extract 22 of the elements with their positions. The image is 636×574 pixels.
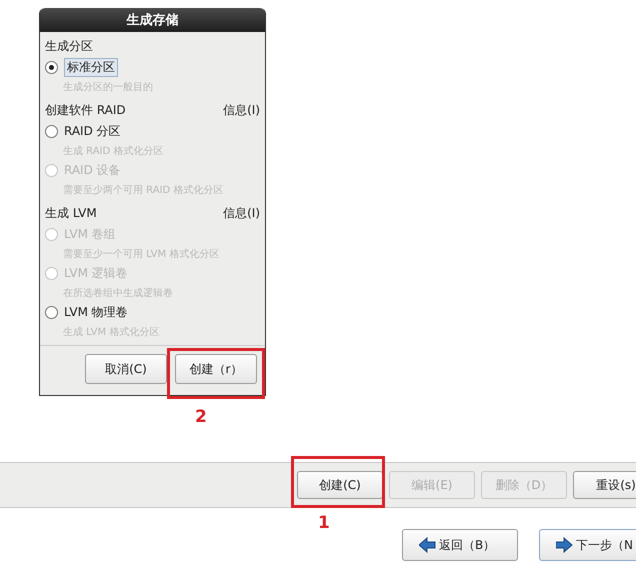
toolbar-button[interactable]: 创建(C) [297,471,383,499]
step-number: 2 [195,407,207,427]
radio-button[interactable] [45,60,58,74]
section-heading: 生成 LVM [45,204,97,222]
arrow-icon [556,537,573,553]
back-button[interactable]: 返回（B） [402,529,518,561]
option-label[interactable]: RAID 分区 [64,122,121,140]
dialog-button[interactable]: 创建（r） [175,354,257,384]
dialog-title: 生成存储 [40,8,265,32]
section-heading: 创建软件 RAID [45,102,126,118]
toolbar-button[interactable]: 重设(s) [573,471,636,499]
info-link[interactable]: 信息(I) [223,204,260,222]
radio-button[interactable] [45,124,58,138]
step-number: 1 [318,513,330,533]
radio-button[interactable] [45,306,58,318]
section-heading: 生成分区 [45,38,93,54]
next-button[interactable]: 下一步（N [539,529,636,561]
option-label[interactable]: 标准分区 [64,58,118,76]
info-link[interactable]: 信息(I) [223,102,260,118]
dialog-button[interactable]: 取消(C) [85,354,167,384]
arrow-icon [419,537,436,553]
option-label[interactable]: LVM 物理卷 [64,304,128,320]
